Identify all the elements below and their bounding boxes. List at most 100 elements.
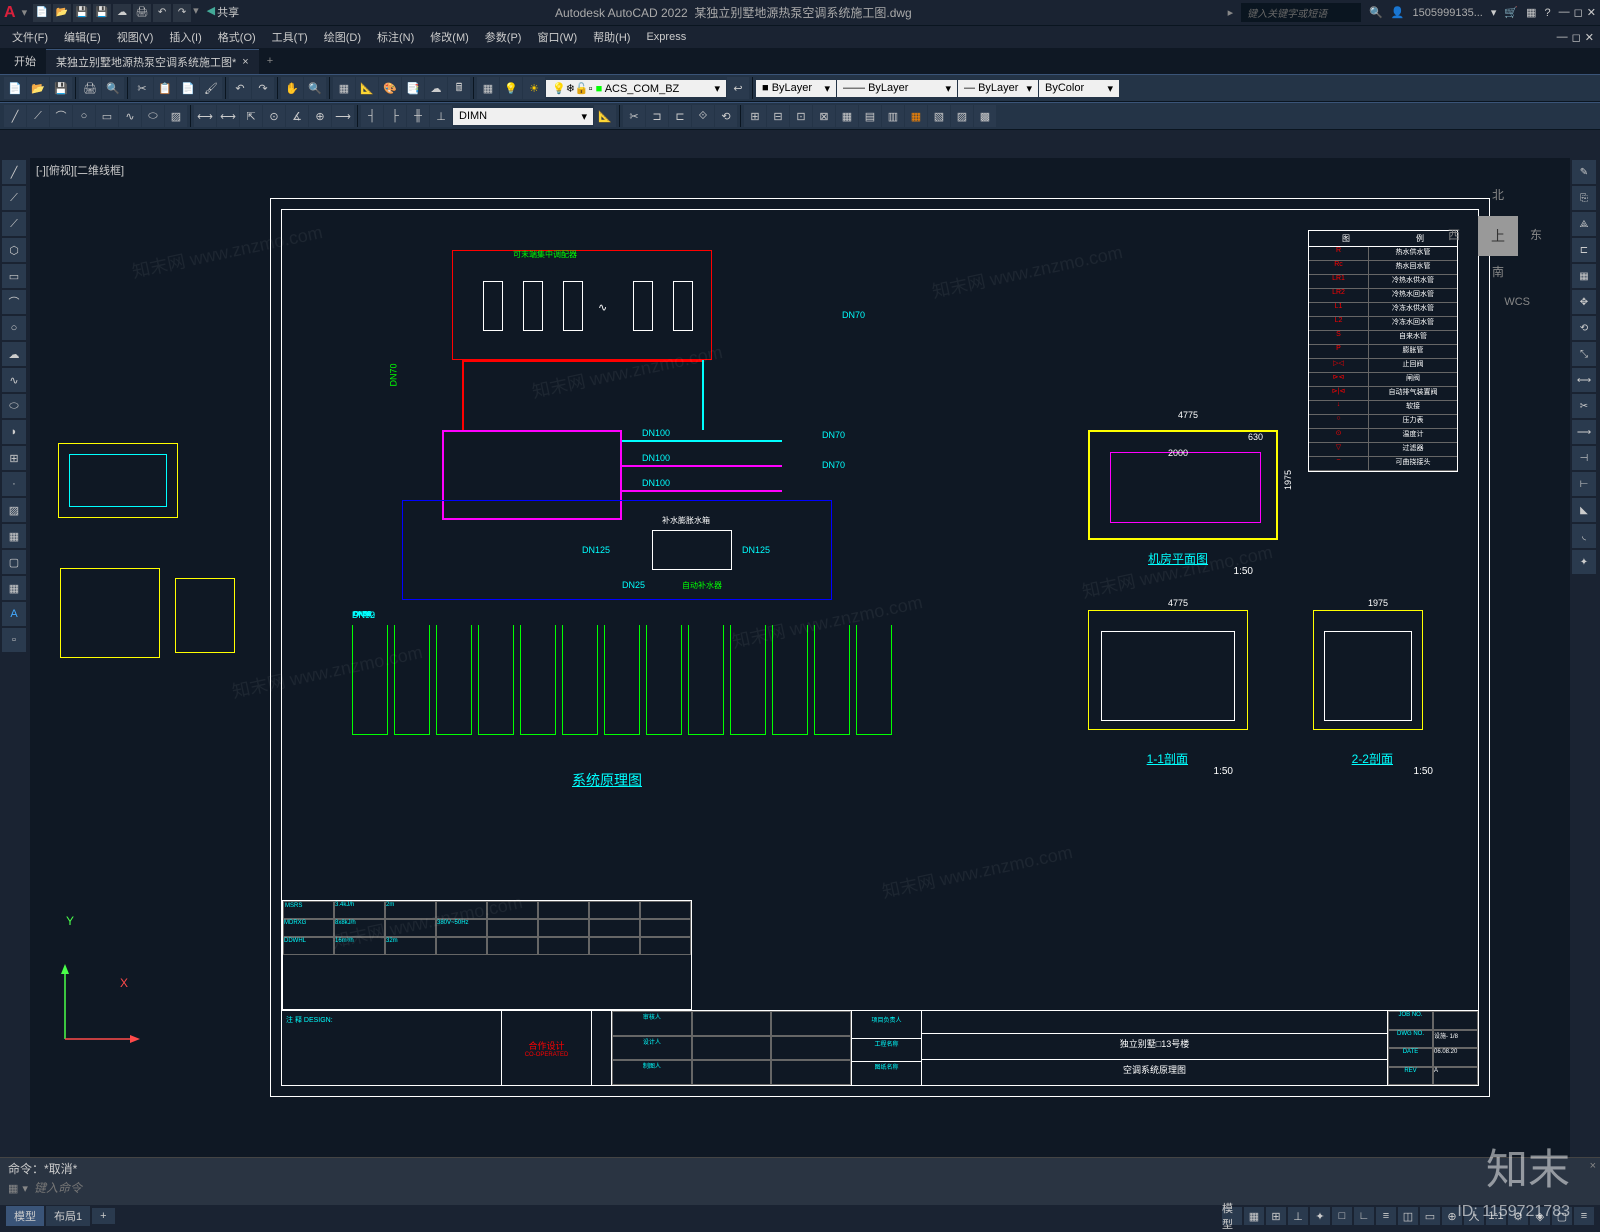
menu-insert[interactable]: 插入(I) [163, 27, 207, 47]
menu-format[interactable]: 格式(O) [212, 27, 262, 47]
circle-icon[interactable]: ○ [73, 105, 95, 127]
tab-start[interactable]: 开始 [4, 49, 46, 73]
mod3-icon[interactable]: ⊏ [669, 105, 691, 127]
layer-state-icon[interactable]: 💡 [500, 77, 522, 99]
doc-minimize-icon[interactable]: — [1557, 31, 1568, 43]
ssm-icon[interactable]: 📑 [402, 77, 424, 99]
ins5-icon[interactable]: ▦ [836, 105, 858, 127]
dim11-icon[interactable]: ⊥ [430, 105, 452, 127]
rect-icon[interactable]: ▭ [96, 105, 118, 127]
tool19-icon[interactable]: ▫ [2, 628, 26, 652]
mod2-icon[interactable]: ⊐ [646, 105, 668, 127]
menu-edit[interactable]: 编辑(E) [58, 27, 107, 47]
linetype-dropdown[interactable]: —— ByLayer▾ [837, 80, 957, 97]
status-cust-icon[interactable]: ≡ [1574, 1207, 1594, 1225]
qat-redo-icon[interactable]: ↷ [173, 4, 191, 22]
layer-dropdown[interactable]: 💡❄🔓▫ ■ ACS_COM_BZ▾ [546, 80, 726, 97]
copy-icon[interactable]: 📋 [154, 77, 176, 99]
status-otrack-icon[interactable]: ∟ [1354, 1207, 1374, 1225]
markup-icon[interactable]: ☁ [425, 77, 447, 99]
dim1-icon[interactable]: ⟷ [194, 105, 216, 127]
dimstyle-dropdown[interactable]: DIMN▾ [453, 108, 593, 125]
tab-close-icon[interactable]: × [242, 56, 248, 68]
extend-icon[interactable]: ⟶ [1572, 420, 1596, 444]
hatch-icon[interactable]: ▨ [165, 105, 187, 127]
menu-express[interactable]: Express [640, 29, 692, 45]
maximize-icon[interactable]: ◻ [1574, 6, 1583, 19]
pline2-icon[interactable]: ⟋ [2, 212, 26, 236]
paste-icon[interactable]: 📄 [177, 77, 199, 99]
circle2-icon[interactable]: ○ [2, 316, 26, 340]
minimize-icon[interactable]: — [1559, 6, 1570, 19]
arc2-icon[interactable]: ⌒ [2, 290, 26, 314]
qat-new-icon[interactable]: 📄 [33, 4, 51, 22]
array-icon[interactable]: ▦ [1572, 264, 1596, 288]
move-icon[interactable]: ✥ [1572, 290, 1596, 314]
viewcube[interactable]: 上 北 南 东 西 [1440, 178, 1550, 288]
dim5-icon[interactable]: ∡ [286, 105, 308, 127]
layout1-tab[interactable]: 布局1 [46, 1206, 90, 1226]
cart-icon[interactable]: 🛒 [1504, 6, 1518, 19]
rotate-icon[interactable]: ⟲ [1572, 316, 1596, 340]
spline2-icon[interactable]: ∿ [2, 368, 26, 392]
erase-icon[interactable]: ✎ [1572, 160, 1596, 184]
revcloud-icon[interactable]: ☁ [2, 342, 26, 366]
status-lwt-icon[interactable]: ≡ [1376, 1207, 1396, 1225]
dim7-icon[interactable]: ⟶ [332, 105, 354, 127]
dim8-icon[interactable]: ┤ [361, 105, 383, 127]
dimstyle-mgr-icon[interactable]: 📐 [594, 105, 616, 127]
dim9-icon[interactable]: ├ [384, 105, 406, 127]
stretch-icon[interactable]: ⟷ [1572, 368, 1596, 392]
lineweight-dropdown[interactable]: — ByLayer▾ [958, 80, 1038, 97]
share-button[interactable]: 共享 [217, 4, 239, 22]
block-icon[interactable]: ⊞ [2, 446, 26, 470]
plot-icon[interactable]: 🖨 [79, 77, 101, 99]
region-icon[interactable]: ▢ [2, 550, 26, 574]
status-model-icon[interactable]: 模型 [1222, 1207, 1242, 1225]
dim4-icon[interactable]: ⊙ [263, 105, 285, 127]
xline-icon[interactable]: ⟋ [2, 186, 26, 210]
polygon-icon[interactable]: ⬡ [2, 238, 26, 262]
dc-icon[interactable]: 📐 [356, 77, 378, 99]
ins11-icon[interactable]: ▩ [974, 105, 996, 127]
command-input[interactable] [34, 1181, 1592, 1195]
rect2-icon[interactable]: ▭ [2, 264, 26, 288]
qat-open-icon[interactable]: 📂 [53, 4, 71, 22]
wcs-label[interactable]: WCS [1504, 296, 1530, 308]
menu-window[interactable]: 窗口(W) [531, 27, 583, 47]
undo-icon[interactable]: ↶ [229, 77, 251, 99]
layer-sun-icon[interactable]: ☀ [523, 77, 545, 99]
ins3-icon[interactable]: ⊡ [790, 105, 812, 127]
status-polar-icon[interactable]: ✦ [1310, 1207, 1330, 1225]
menu-tools[interactable]: 工具(T) [266, 27, 314, 47]
calc-icon[interactable]: 🖩 [448, 77, 470, 99]
color-dropdown[interactable]: ■ ByLayer▾ [756, 80, 836, 97]
break-icon[interactable]: ⊣ [1572, 446, 1596, 470]
gradient-icon[interactable]: ▦ [2, 524, 26, 548]
status-qp-icon[interactable]: ▭ [1420, 1207, 1440, 1225]
layout-add-icon[interactable]: + [92, 1208, 114, 1224]
menu-file[interactable]: 文件(F) [6, 27, 54, 47]
qat-undo-icon[interactable]: ↶ [153, 4, 171, 22]
status-grid-icon[interactable]: ▦ [1244, 1207, 1264, 1225]
mirror-icon[interactable]: ⟁ [1572, 212, 1596, 236]
app-icon[interactable]: ▦ [1526, 6, 1536, 19]
qat-plot-icon[interactable]: 🖨 [133, 4, 151, 22]
table-icon[interactable]: ▦ [2, 576, 26, 600]
arc-icon[interactable]: ⌒ [50, 105, 72, 127]
explode-icon[interactable]: ✦ [1572, 550, 1596, 574]
trim-icon[interactable]: ✂ [1572, 394, 1596, 418]
mod1-icon[interactable]: ✂ [623, 105, 645, 127]
status-osnap-icon[interactable]: □ [1332, 1207, 1352, 1225]
ins10-icon[interactable]: ▨ [951, 105, 973, 127]
preview-icon[interactable]: 🔍 [102, 77, 124, 99]
join-icon[interactable]: ⊢ [1572, 472, 1596, 496]
line-icon[interactable]: ╱ [4, 105, 26, 127]
command-line[interactable]: ▦▾ [0, 1179, 1600, 1197]
doc-restore-icon[interactable]: ◻ [1572, 31, 1581, 44]
mtext-icon[interactable]: A [2, 602, 26, 626]
viewport-label[interactable]: [-][俯视][二维线框] [36, 162, 124, 178]
dim6-icon[interactable]: ⊕ [309, 105, 331, 127]
menu-parametric[interactable]: 参数(P) [479, 27, 528, 47]
cmd-close-icon[interactable]: × [1590, 1160, 1596, 1172]
